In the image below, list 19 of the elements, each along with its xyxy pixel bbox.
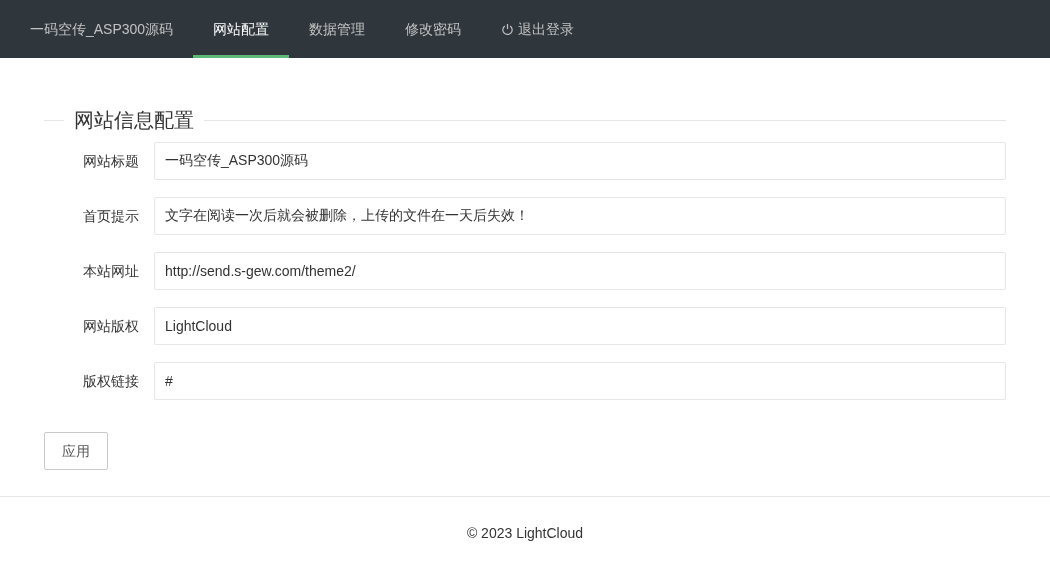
nav-tab[interactable]: 数据管理 xyxy=(289,0,386,58)
text-field[interactable]: # xyxy=(154,362,1006,400)
field-label: 版权链接 xyxy=(82,371,140,391)
text-field[interactable]: 一码空传_ASP300源码 xyxy=(154,142,1006,180)
nav-tab[interactable]: 修改密码 xyxy=(385,0,482,58)
field-label: 网站标题 xyxy=(82,151,140,171)
apply-button[interactable]: 应用 xyxy=(44,432,108,470)
text-field[interactable]: http://send.s-gew.com/theme2/ xyxy=(154,252,1006,290)
power-icon xyxy=(501,22,515,36)
nav-tab[interactable]: 网站配置 xyxy=(193,0,290,58)
text-field[interactable]: 文字在阅读一次后就会被删除，上传的文件在一天后失效！ xyxy=(154,197,1006,235)
field-label: 本站网址 xyxy=(82,261,140,281)
field-label: 首页提示 xyxy=(82,206,140,226)
footer-copyright: © 2023 LightCloud xyxy=(466,524,584,543)
section-legend: 网站信息配置 xyxy=(64,110,204,130)
site-title-link[interactable]: 一码空传_ASP300源码 xyxy=(0,0,194,58)
nav-tab[interactable]: 退出登录 xyxy=(481,0,595,58)
field-label: 网站版权 xyxy=(82,316,140,336)
text-field[interactable]: LightCloud xyxy=(154,307,1006,345)
